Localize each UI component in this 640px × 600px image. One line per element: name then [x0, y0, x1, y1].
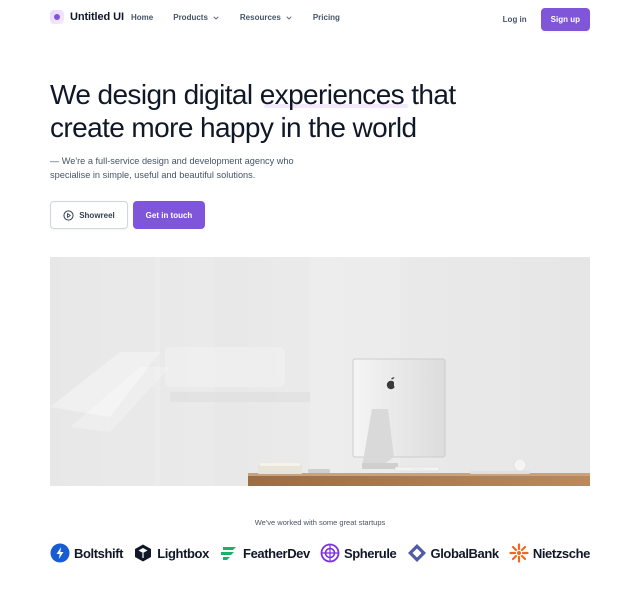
brand-name: Untitled UI: [70, 11, 124, 23]
headline-line-2: create more happy in the world: [50, 112, 417, 143]
headline-line-1: We design digital experiences that: [50, 79, 456, 110]
company-name: FeatherDev: [243, 545, 310, 561]
hero-image: [50, 257, 590, 486]
company-logo-lightbox: Lightbox: [133, 543, 209, 563]
diamond-icon: [407, 544, 426, 562]
office-desk-illustration: [50, 257, 590, 486]
get-in-touch-label: Get in touch: [145, 210, 193, 220]
nav-link-resources[interactable]: Resources: [240, 13, 293, 22]
bolt-icon: [50, 543, 70, 563]
signup-button[interactable]: Sign up: [540, 8, 590, 31]
company-logo-nietzsche: Nietzsche: [509, 543, 590, 563]
company-name: GlobalBank: [430, 545, 500, 561]
showreel-label: Showreel: [79, 210, 115, 220]
logos-caption: We've worked with some great startups: [254, 518, 386, 527]
sphere-icon: [320, 543, 340, 563]
hero-headline: We design digital experiences that creat…: [50, 78, 530, 144]
logo-icon: [50, 10, 64, 24]
nav-link-home[interactable]: Home: [131, 13, 153, 22]
nav-link-label: Resources: [239, 13, 281, 22]
nav-links: Home Products Resources Pricing: [131, 13, 340, 22]
get-in-touch-button[interactable]: Get in touch: [133, 201, 205, 229]
company-logo-spherule: Spherule: [320, 543, 397, 563]
company-name: Boltshift: [74, 545, 124, 561]
company-logo-featherdev: FeatherDev: [219, 543, 310, 563]
nav-link-pricing[interactable]: Pricing: [313, 13, 340, 22]
top-nav: Untitled UI Home Products Resources Pric…: [0, 0, 640, 36]
company-logo-globalbank: GlobalBank: [407, 543, 499, 563]
hero-subtext: — We're a full-service design and develo…: [50, 156, 294, 180]
company-name: Nietzsche: [532, 545, 590, 561]
chevron-down-icon: [213, 16, 219, 20]
login-button[interactable]: Log in: [503, 15, 527, 24]
sunburst-icon: [509, 543, 529, 563]
company-name: Lightbox: [157, 545, 209, 561]
cube-icon: [135, 544, 152, 562]
play-circle-icon: [63, 209, 74, 221]
hero-actions: Showreel Get in touch: [50, 201, 205, 229]
customer-logos: Boltshift Lightbox FeatherDev Spherule G…: [50, 542, 590, 564]
nav-link-label: Products: [173, 13, 208, 22]
chevron-down-icon: [286, 16, 292, 20]
brand-logo[interactable]: Untitled UI: [50, 10, 124, 24]
nav-actions: Log in Sign up: [503, 8, 590, 31]
company-logo-boltshift: Boltshift: [50, 543, 124, 563]
nav-link-products[interactable]: Products: [173, 13, 220, 22]
company-name: Spherule: [343, 545, 397, 561]
nav-link-label: Pricing: [312, 13, 340, 22]
feather-icon: [221, 547, 237, 560]
nav-link-label: Home: [131, 13, 154, 22]
showreel-button[interactable]: Showreel: [50, 201, 128, 229]
